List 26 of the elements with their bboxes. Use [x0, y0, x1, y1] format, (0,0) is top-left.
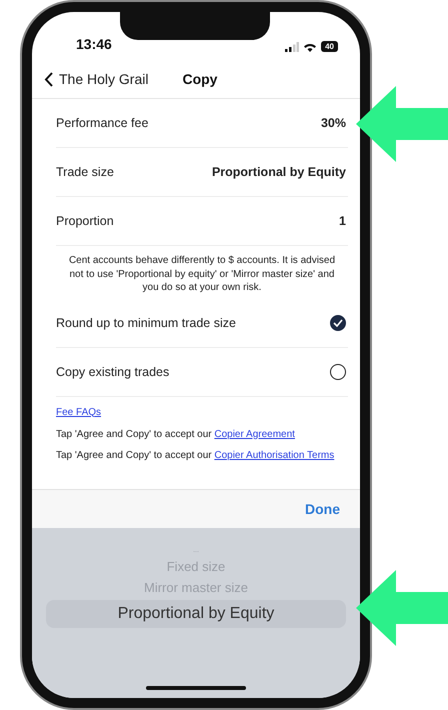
status-time: 13:46 — [76, 36, 112, 52]
chevron-left-icon — [44, 72, 53, 86]
setting-label: Proportion — [56, 214, 114, 228]
agreement-text: Tap 'Agree and Copy' to accept our Copier Agreement — [56, 428, 296, 440]
agreement-link[interactable]: Copier Authorisation Terms — [214, 450, 334, 460]
battery-icon: 40 — [321, 41, 338, 52]
picker-option[interactable]: Proportional by Equity — [46, 600, 346, 628]
setting-label: Trade size — [56, 165, 114, 179]
agreement-text: Tap 'Agree and Copy' to accept our Copier Authorisation Terms — [56, 448, 336, 462]
screen-title: Copy — [182, 71, 218, 87]
setting-value[interactable]: Proportional by Equity — [212, 165, 346, 179]
option-label: Round up to minimum trade size — [56, 316, 236, 330]
setting-value[interactable]: 1 — [339, 214, 346, 228]
checkbox[interactable] — [330, 364, 346, 380]
setting-value[interactable]: 30% — [320, 116, 346, 130]
agreement-link[interactable]: Copier Agreement — [214, 428, 295, 440]
checkbox[interactable] — [330, 314, 346, 330]
back-button[interactable]: The Holy Grail — [44, 71, 148, 87]
fee-faqs-link[interactable]: Fee FAQs — [56, 406, 102, 418]
signal-icon — [285, 42, 300, 52]
warning-note: Cent accounts behave differently to $ accounts. It is advised not to use 'Proportional by equity' or 'Mirror master size' and you do so at your own risk. — [68, 254, 336, 295]
checkmark-icon — [333, 318, 343, 326]
wifi-icon — [303, 42, 318, 52]
option-label: Copy existing trades — [56, 364, 170, 378]
setting-label: Performance fee — [56, 116, 148, 130]
done-button[interactable]: Done — [299, 500, 346, 518]
